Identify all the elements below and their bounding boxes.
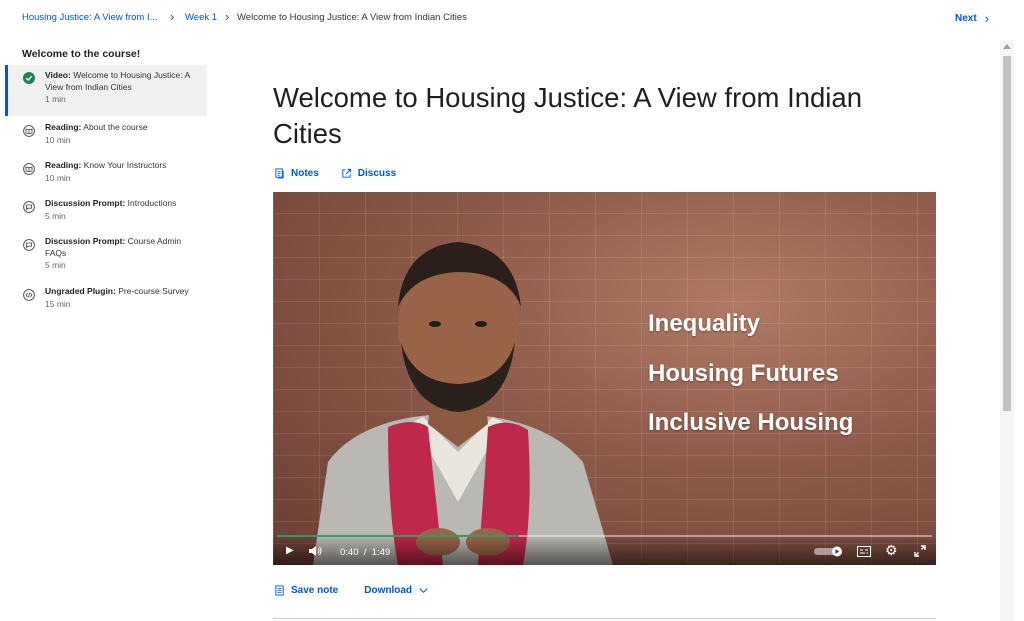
reading-icon — [23, 163, 35, 175]
fullscreen-icon[interactable] — [914, 545, 926, 557]
sidebar-item-text: Reading: Know Your Instructors 10 min — [45, 160, 195, 184]
item-name: Know Your Instructors — [83, 160, 167, 170]
sidebar-item-text: Discussion Prompt: Introductions 5 min — [45, 198, 195, 222]
item-duration: 15 min — [45, 298, 71, 309]
page-scrollbar[interactable] — [1000, 40, 1014, 621]
save-note-button[interactable]: Save note — [274, 585, 338, 596]
download-button[interactable]: Download — [364, 585, 429, 596]
video-time: 0:40 / 1:49 — [340, 547, 390, 558]
discuss-label: Discuss — [357, 168, 397, 179]
current-time: 0:40 — [340, 547, 359, 558]
item-type: Reading: — [45, 160, 82, 170]
item-name: Pre-course Survey — [118, 286, 189, 296]
video-controls: ▶ 0:40 / 1:49 ⚙ — [273, 535, 936, 565]
next-button[interactable]: Next › — [955, 11, 989, 26]
settings-gear-icon[interactable]: ⚙ — [885, 542, 898, 559]
sidebar-item-discussion-faqs[interactable]: Discussion Prompt: Course Admin FAQs 5 m… — [8, 236, 207, 276]
chevron-right-icon: › — [170, 9, 175, 24]
sidebar-item-text: Reading: About the course 10 min — [45, 122, 195, 146]
next-label: Next — [955, 13, 977, 24]
video-player[interactable]: Inequality Housing Futures Inclusive Hou… — [273, 192, 936, 565]
autoplay-toggle[interactable] — [813, 546, 845, 557]
discussion-icon — [23, 201, 35, 213]
video-actions: Save note Download — [274, 585, 429, 596]
note-icon — [275, 585, 284, 596]
discuss-button[interactable]: Discuss — [341, 168, 396, 179]
notes-label: Notes — [291, 168, 319, 179]
external-link-icon — [342, 168, 351, 178]
item-duration: 5 min — [45, 210, 66, 221]
sidebar-item-text: Video: Welcome to Housing Justice: A Vie… — [45, 70, 195, 106]
sidebar-item-video-welcome[interactable]: Video: Welcome to Housing Justice: A Vie… — [5, 65, 207, 116]
item-actions: Notes Discuss — [274, 168, 396, 179]
item-duration: 5 min — [45, 260, 66, 270]
chevron-down-icon — [419, 588, 428, 594]
top-nav-bar: Housing Justice: A View from I... › Week… — [0, 0, 1024, 38]
notes-icon — [275, 168, 284, 179]
section-title: Welcome to the course! — [22, 48, 141, 60]
breadcrumb-current: Welcome to Housing Justice: A View from … — [237, 12, 467, 23]
page-title: Welcome to Housing Justice: A View from … — [273, 82, 862, 149]
time-separator: / — [363, 547, 367, 558]
scroll-thumb[interactable] — [1003, 56, 1011, 411]
video-overlay-line: Housing Futures — [648, 360, 839, 387]
sidebar-item-text: Ungraded Plugin: Pre-course Survey 15 mi… — [45, 286, 195, 310]
reading-icon — [23, 125, 35, 137]
item-type: Video: — [45, 70, 71, 80]
video-overlay-line: Inequality — [648, 310, 761, 337]
divider — [273, 618, 936, 619]
discussion-icon — [23, 239, 35, 251]
video-overlay-line: Inclusive Housing — [648, 409, 854, 436]
sidebar-item-text: Discussion Prompt: Course Admin FAQs 5 m… — [45, 236, 195, 272]
notes-button[interactable]: Notes — [274, 168, 319, 179]
breadcrumb-week[interactable]: Week 1 — [185, 12, 217, 23]
chevron-right-icon: › — [984, 11, 990, 26]
item-type: Discussion Prompt: — [45, 236, 126, 246]
captions-icon[interactable] — [857, 546, 871, 557]
chevron-right-icon: › — [225, 9, 230, 24]
plugin-icon — [23, 289, 35, 301]
download-label: Download — [364, 585, 413, 596]
save-note-label: Save note — [291, 585, 339, 596]
scroll-up-arrow-icon[interactable] — [1003, 44, 1011, 49]
progress-fill — [277, 535, 520, 537]
progress-bar[interactable] — [277, 535, 932, 537]
item-name: Introductions — [127, 198, 177, 208]
breadcrumb-course[interactable]: Housing Justice: A View from I... — [22, 12, 158, 23]
sidebar-item-discussion-introductions[interactable]: Discussion Prompt: Introductions 5 min — [8, 198, 207, 228]
duration: 1:49 — [371, 547, 391, 558]
volume-icon[interactable] — [308, 545, 322, 557]
play-icon[interactable]: ▶ — [286, 545, 294, 556]
item-duration: 10 min — [45, 134, 71, 145]
item-type: Ungraded Plugin: — [45, 286, 116, 296]
sidebar-item-reading-about[interactable]: Reading: About the course 10 min — [8, 122, 207, 152]
sidebar-item-plugin-survey[interactable]: Ungraded Plugin: Pre-course Survey 15 mi… — [8, 286, 207, 316]
item-type: Reading: — [45, 122, 82, 132]
instructor-image — [313, 242, 613, 565]
item-duration: 10 min — [45, 172, 71, 183]
sidebar-item-reading-instructors[interactable]: Reading: Know Your Instructors 10 min — [8, 160, 207, 190]
item-duration: 1 min — [45, 94, 66, 104]
item-type: Discussion Prompt: — [45, 198, 126, 208]
check-complete-icon — [23, 72, 35, 84]
item-name: About the course — [83, 122, 148, 132]
